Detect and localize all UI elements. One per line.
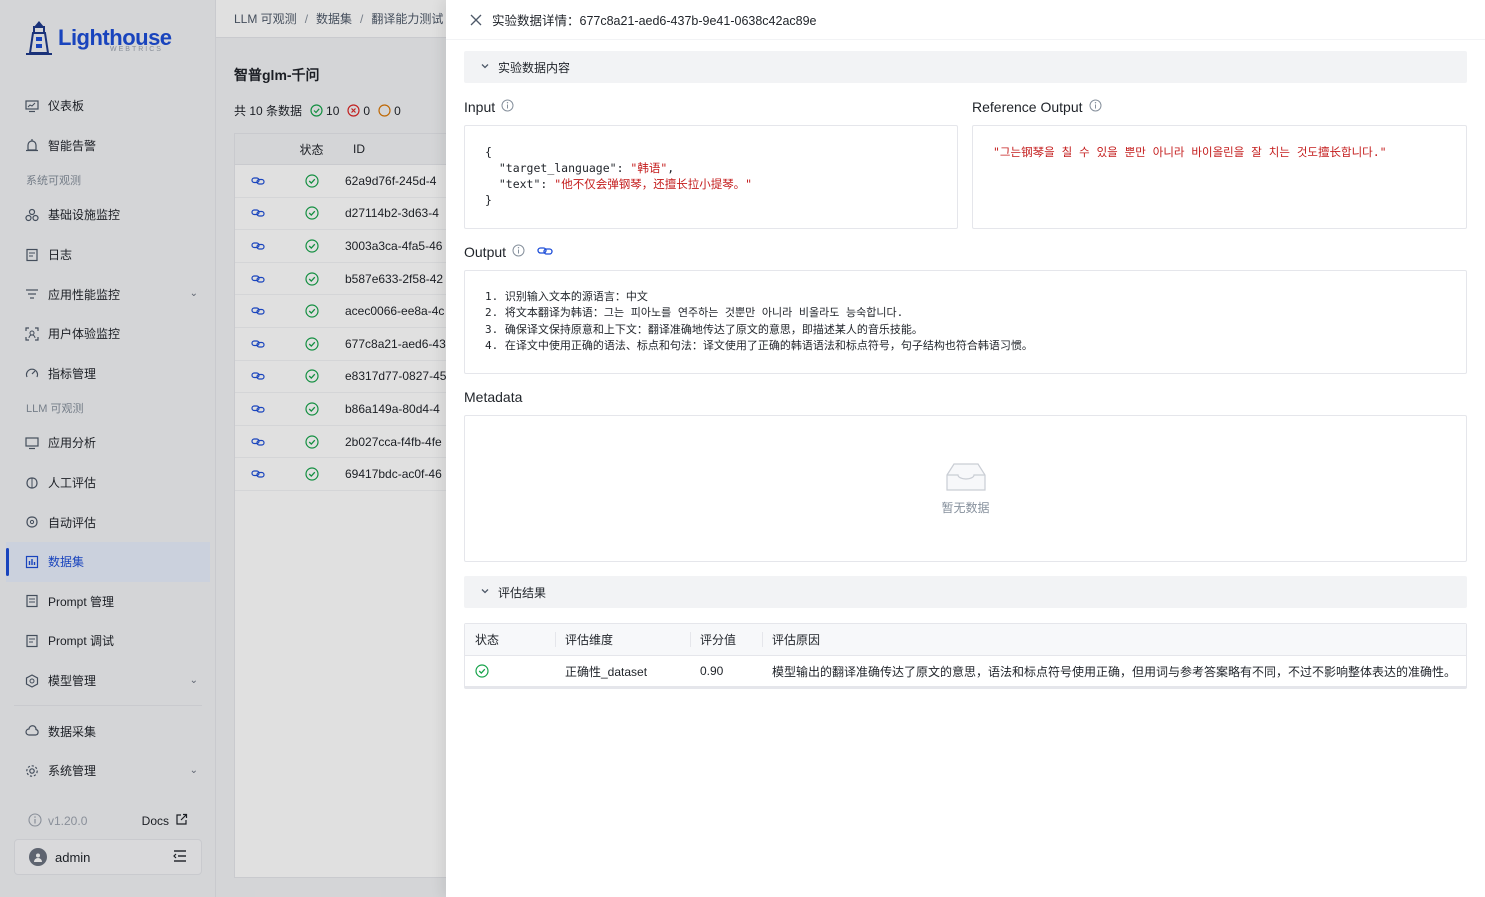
column-header-dimension: 评估维度 [555,624,690,655]
json-value: "韩语" [630,161,668,175]
chevron-down-icon [480,585,490,599]
table-row: 正确性_dataset 0.90 模型输出的翻译准确传达了原文的意思，语法和标点… [465,656,1466,688]
check-circle-icon [475,664,489,678]
close-icon[interactable] [468,12,484,28]
score-cell: 0.90 [700,664,724,678]
info-icon[interactable] [512,244,525,260]
status-cell [465,656,555,686]
output-line: 1. 识别输入文本的源语言：中文 [485,290,648,303]
chevron-down-icon [480,60,490,74]
eval-section-toggle[interactable]: 评估结果 [464,576,1467,608]
column-header-reason: 评估原因 [762,624,1466,655]
output-viewer: 1. 识别输入文本的源语言：中文 2. 将文本翻译为韩语：그는 피아노를 연주하… [464,270,1467,374]
reference-output-label: Reference Output [972,99,1102,115]
output-line: 4. 在译文中使用正确的语法、标点和句法：译文使用了正确的韩语语法和标点符号，句… [485,338,1033,352]
json-value: "他不仅会弹钢琴，还擅长拉小提琴。" [554,177,753,191]
json-key: "target_language" [498,161,617,175]
content-section-toggle[interactable]: 实验数据内容 [464,51,1467,83]
table-header: 状态 评估维度 评分值 评估原因 [465,624,1466,656]
output-label-text: Output [464,244,507,260]
link-icon[interactable] [537,244,553,260]
input-label: Input [464,99,514,115]
json-key: "text" [498,177,541,191]
column-header-status: 状态 [475,633,500,647]
empty-text: 暂无数据 [941,501,990,515]
drawer-title: 实验数据详情：677c8a21-aed6-437b-9e41-0638c42ac… [492,14,817,28]
info-icon[interactable] [501,99,514,115]
json-brace: { [485,145,492,159]
output-line: 3. 确保译文保持原意和上下文：翻译准确地传达了原文的意思，即描述某人的音乐技能… [485,322,923,336]
detail-drawer: 实验数据详情：677c8a21-aed6-437b-9e41-0638c42ac… [446,0,1485,897]
eval-results-table: 状态 评估维度 评分值 评估原因 正确性_dataset 0.90 模型输出的翻… [464,623,1467,689]
section-title: 实验数据内容 [498,60,571,75]
metadata-empty: 暂无数据 [464,415,1467,562]
input-label-text: Input [464,99,496,115]
reference-label-text: Reference Output [972,99,1083,115]
reference-output-value: "그는钢琴을 칠 수 있을 뿐만 아니라 바이올린을 잘 치는 것도擅长합니다.… [993,145,1387,159]
output-line: 2. 将文本翻译为韩语：그는 피아노를 연주하는 것뿐만 아니라 비올라도 능숙… [485,306,904,320]
info-icon[interactable] [1089,99,1102,115]
metadata-label: Metadata [464,389,523,405]
drawer-header: 实验数据详情：677c8a21-aed6-437b-9e41-0638c42ac… [446,0,1485,40]
input-json-viewer: { "target_language": "韩语", "text": "他不仅会… [464,125,958,229]
section-title: 评估结果 [498,585,547,600]
empty-inbox-icon [945,463,986,491]
dimension-cell: 正确性_dataset [565,664,648,679]
reference-output-viewer: "그는钢琴을 칠 수 있을 뿐만 아니라 바이올린을 잘 치는 것도擅长합니다.… [972,125,1467,229]
reason-cell: 模型输出的翻译准确传达了原文的意思，语法和标点符号使用正确，但用词与参考答案略有… [772,664,1457,679]
column-header-score: 评分值 [690,624,762,655]
json-brace: } [485,193,492,207]
output-label: Output [464,244,553,260]
